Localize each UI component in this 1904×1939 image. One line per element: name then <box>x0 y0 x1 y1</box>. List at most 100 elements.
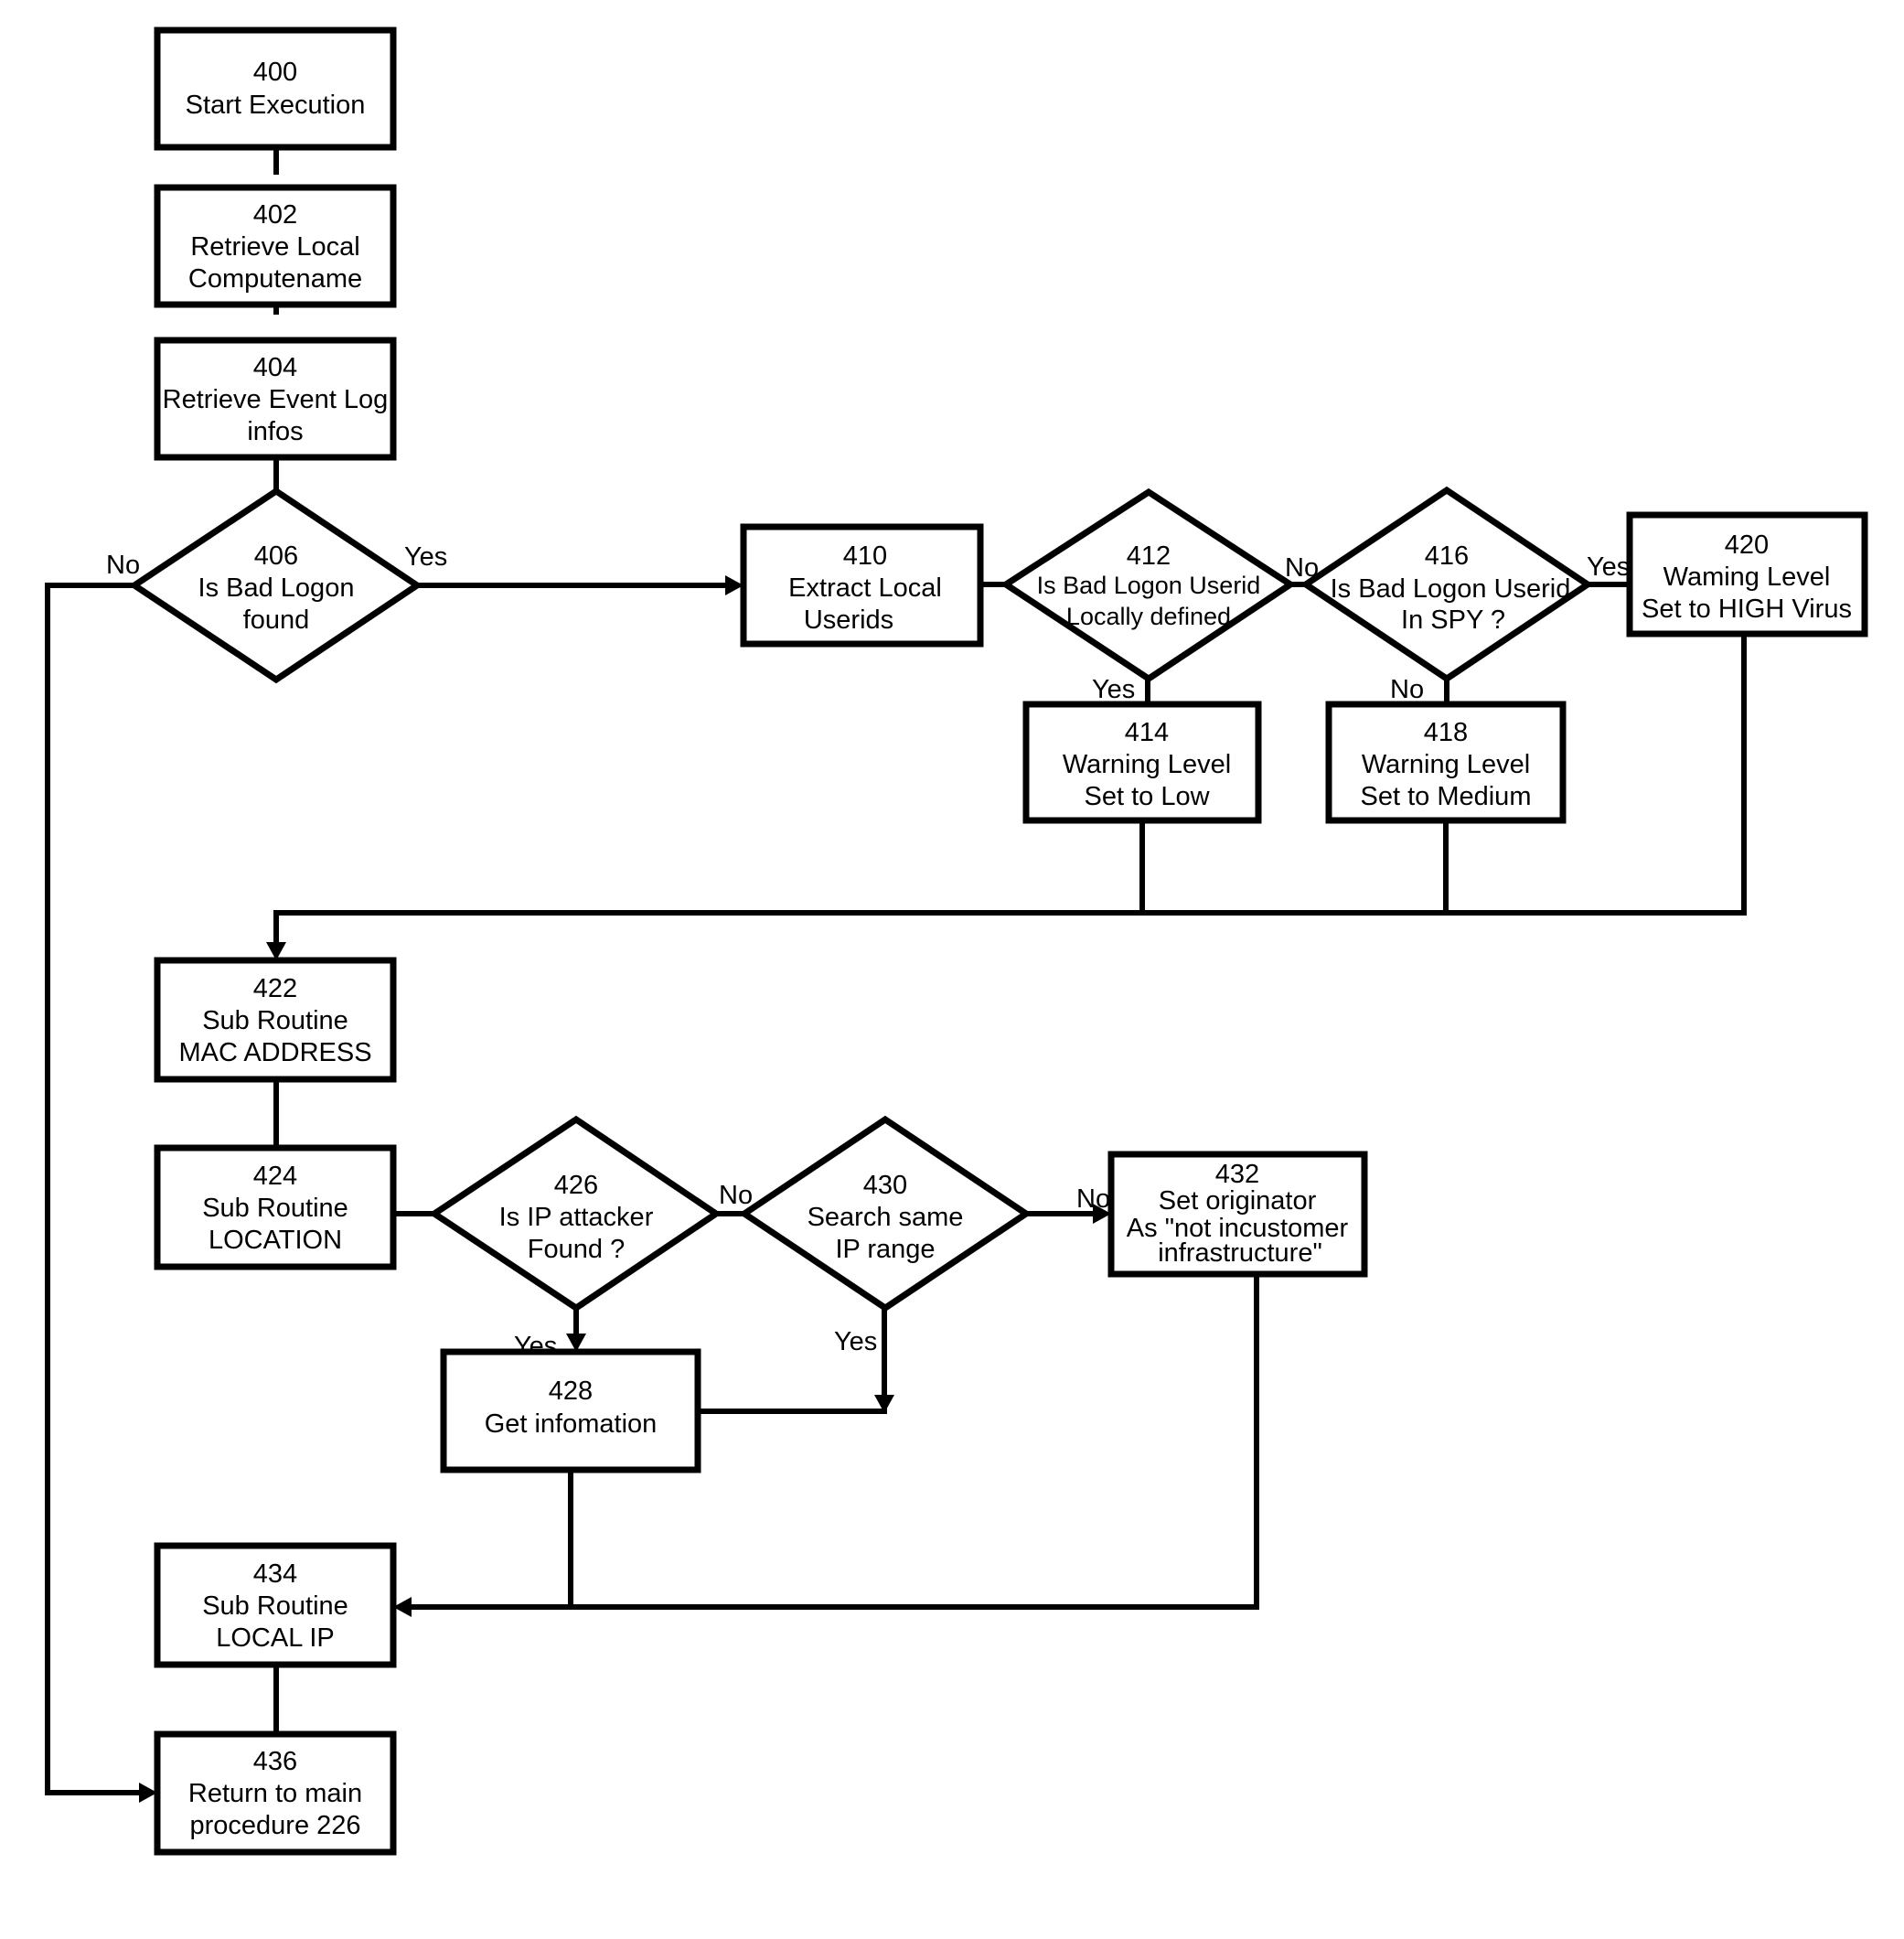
svg-text:Userids: Userids <box>804 605 893 635</box>
svg-text:Is Bad Logon Userid: Is Bad Logon Userid <box>1331 574 1571 604</box>
svg-text:Return to main: Return to main <box>188 1779 362 1808</box>
svg-text:Extract Local: Extract Local <box>788 573 942 603</box>
node-406[interactable]: 406 Is Bad Logon found <box>128 487 423 684</box>
svg-text:432: 432 <box>1215 1160 1259 1189</box>
node-400[interactable]: 400 Start Execution <box>154 27 397 151</box>
svg-text:426: 426 <box>554 1171 598 1200</box>
node-404[interactable]: 404 Retrieve Event Log infos <box>154 337 397 461</box>
svg-text:Sub Routine: Sub Routine <box>202 1591 348 1621</box>
svg-text:Get infomation: Get infomation <box>485 1409 658 1439</box>
svg-text:414: 414 <box>1125 718 1169 747</box>
svg-text:infos: infos <box>247 417 303 446</box>
label-430-no: No <box>1076 1184 1110 1214</box>
svg-text:412: 412 <box>1127 541 1171 571</box>
node-432[interactable]: 432 Set originator As "not incustomer in… <box>1107 1151 1368 1278</box>
node-436[interactable]: 436 Return to main procedure 226 <box>154 1730 397 1856</box>
label-412-no: No <box>1285 553 1319 583</box>
svg-text:Waming Level: Waming Level <box>1663 562 1831 592</box>
node-label-line: Is IP attacker <box>499 1203 654 1232</box>
label-430-yes: Yes <box>834 1327 877 1356</box>
node-id: 404 <box>253 353 297 382</box>
node-402[interactable]: 402 Retrieve Local Computename <box>154 184 397 308</box>
svg-text:Retrieve Local: Retrieve Local <box>190 232 359 262</box>
label-416-yes: Yes <box>1587 552 1630 582</box>
node-428[interactable]: 428 Get infomation <box>440 1348 701 1473</box>
node-label-line: Found ? <box>528 1235 625 1264</box>
svg-text:428: 428 <box>549 1377 593 1406</box>
svg-text:410: 410 <box>843 541 887 571</box>
svg-text:Sub Routine: Sub Routine <box>202 1006 348 1035</box>
node-412[interactable]: 412 Is Bad Logon Userid Locally defined <box>1000 487 1297 683</box>
node-id: 414 <box>1125 718 1169 747</box>
node-id: 410 <box>843 541 887 571</box>
node-label-line: Set originator <box>1159 1186 1317 1216</box>
node-label-line: Locally defined <box>1066 603 1231 630</box>
svg-text:infrastructure": infrastructure" <box>1158 1238 1322 1268</box>
svg-text:400: 400 <box>253 58 297 87</box>
node-id: 422 <box>253 974 297 1003</box>
svg-text:406: 406 <box>254 541 298 571</box>
node-id: 436 <box>253 1747 297 1776</box>
node-id: 402 <box>253 200 297 230</box>
svg-text:Search same: Search same <box>808 1203 964 1232</box>
node-label-line: Userids <box>804 605 893 635</box>
node-label-line: infos <box>247 417 303 446</box>
node-label-line: Sub Routine <box>202 1194 348 1223</box>
node-label-line: In SPY ? <box>1401 605 1505 635</box>
svg-text:402: 402 <box>253 200 297 230</box>
node-434[interactable]: 434 Sub Routine LOCAL IP <box>154 1542 397 1668</box>
node-430[interactable]: 430 Search same IP range <box>738 1115 1032 1312</box>
svg-text:Computename: Computename <box>188 264 362 294</box>
node-id: 412 <box>1127 541 1171 571</box>
svg-text:Warning Level: Warning Level <box>1063 750 1231 779</box>
node-424[interactable]: 424 Sub Routine LOCATION <box>154 1144 397 1270</box>
svg-text:434: 434 <box>253 1559 297 1589</box>
node-label-line: Is Bad Logon Userid <box>1331 574 1571 604</box>
node-label-line: Retrieve Event Log <box>163 385 389 414</box>
label-412-yes: Yes <box>1092 675 1135 704</box>
svg-text:found: found <box>243 605 310 635</box>
node-label-line: IP range <box>835 1235 935 1264</box>
node-label-line: Extract Local <box>788 573 942 603</box>
svg-text:MAC ADDRESS: MAC ADDRESS <box>178 1038 371 1067</box>
node-416[interactable]: 416 Is Bad Logon Userid In SPY ? <box>1300 486 1594 683</box>
label-406-no: No <box>106 551 140 580</box>
node-label-line: Waming Level <box>1663 562 1831 592</box>
node-label-line: procedure 226 <box>189 1811 360 1840</box>
node-label-line: Return to main <box>188 1779 362 1808</box>
node-label-line: Get infomation <box>485 1409 658 1439</box>
node-id: 416 <box>1425 541 1469 571</box>
svg-text:Warning Level: Warning Level <box>1362 750 1530 779</box>
svg-text:430: 430 <box>863 1171 907 1200</box>
svg-text:416: 416 <box>1425 541 1469 571</box>
node-id: 426 <box>554 1171 598 1200</box>
node-label-line: found <box>243 605 310 635</box>
svg-text:Set originator: Set originator <box>1159 1186 1317 1216</box>
svg-text:436: 436 <box>253 1747 297 1776</box>
svg-text:Retrieve Event Log: Retrieve Event Log <box>163 385 389 414</box>
node-414[interactable]: 414 Warning Level Set to Low <box>1022 701 1262 824</box>
node-426[interactable]: 426 Is IP attacker Found ? <box>428 1115 722 1312</box>
node-label-line: Start Execution <box>186 91 366 120</box>
label-426-no: No <box>719 1181 753 1210</box>
node-label-line: Set to Medium <box>1361 782 1532 811</box>
svg-text:In SPY ?: In SPY ? <box>1401 605 1505 635</box>
svg-text:Is Bad Logon: Is Bad Logon <box>198 573 355 603</box>
svg-text:Set to Low: Set to Low <box>1084 782 1210 811</box>
node-id: 400 <box>253 58 297 87</box>
node-id: 430 <box>863 1171 907 1200</box>
svg-text:LOCATION: LOCATION <box>209 1226 342 1255</box>
svg-text:422: 422 <box>253 974 297 1003</box>
node-id: 420 <box>1725 530 1769 560</box>
node-418[interactable]: 418 Warning Level Set to Medium <box>1325 701 1567 824</box>
label-406-yes: Yes <box>404 542 447 572</box>
node-420[interactable]: 420 Waming Level Set to HIGH Virus <box>1626 511 1868 637</box>
label-426-yes: Yes <box>514 1332 557 1361</box>
svg-text:Set to Medium: Set to Medium <box>1361 782 1532 811</box>
node-410[interactable]: 410 Extract Local Userids <box>740 523 984 648</box>
svg-text:424: 424 <box>253 1162 297 1191</box>
node-id: 428 <box>549 1377 593 1406</box>
node-label-line: LOCATION <box>209 1226 342 1255</box>
flowchart: 400 Start Execution 402 Retrieve Local C… <box>45 27 1868 1856</box>
node-422[interactable]: 422 Sub Routine MAC ADDRESS <box>154 957 397 1083</box>
